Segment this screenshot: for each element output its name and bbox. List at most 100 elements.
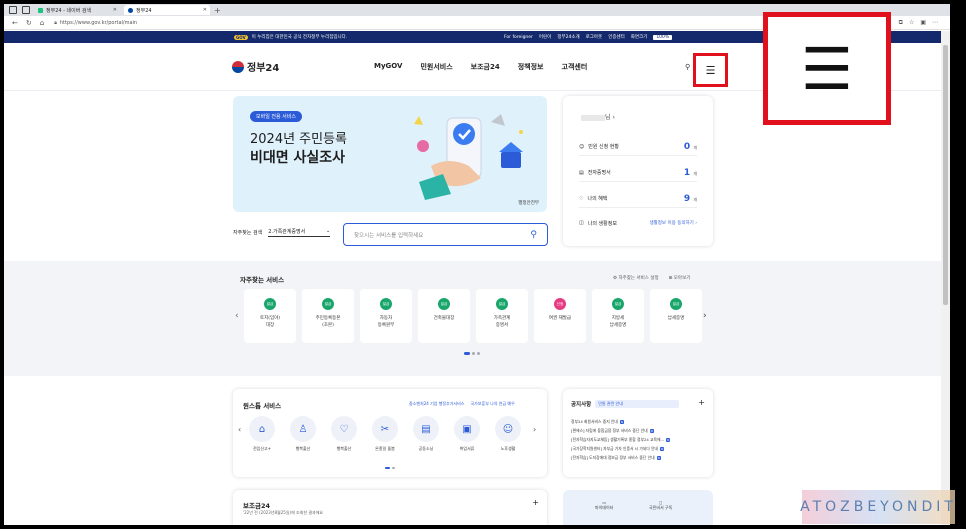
notice-text: [국가장학지원센터] 자부금 기자 인증서 시 가되다 안내 [571, 446, 659, 451]
onestop-item[interactable]: ♡ 행복출산 [329, 416, 359, 452]
close-icon[interactable]: ✕ [203, 7, 207, 13]
onestop-item[interactable]: ▣ 취업서류 [452, 416, 482, 452]
quick-search-select[interactable]: 2.가족관계증명서 ⌄ [268, 228, 331, 237]
onestop-item[interactable]: ⌂ 전입신고+ [247, 416, 277, 452]
view-all[interactable]: ⊞ 모아보기 [669, 275, 691, 281]
onestop-item[interactable]: ♙ 행복출산 [288, 416, 318, 452]
plus-icon[interactable]: + [698, 398, 705, 407]
row-value: 0 [683, 141, 691, 152]
dot[interactable] [472, 352, 475, 355]
notice-item[interactable]: [전자학습자지도교체등] 생활기록부 종합 정부24 교육에... N [571, 437, 706, 443]
profile-name[interactable]: 님 › [581, 112, 615, 121]
favorite-card[interactable]: 신청 여권 재발급 [534, 289, 586, 343]
notice-item[interactable]: [국가장학지원센터] 자부금 기자 인증서 시 가되다 안내 N [571, 446, 706, 452]
prev-arrow-icon[interactable]: ‹ [235, 311, 239, 321]
zoom-level[interactable]: 100% [653, 34, 673, 40]
favorite-card[interactable]: 발급 자동차 등록원부 [360, 289, 412, 343]
promo-banner[interactable]: 모바일 전용 서비스 2024년 주민등록 비대면 사실조사 행정안전부 [233, 96, 547, 212]
favorite-cards: 발급 토지(임야) 대장 발급 주민등록등본 (초본) 발급 자동차 등록원부 발급 건축물대… [244, 289, 702, 343]
dot[interactable] [477, 352, 480, 355]
mydata-link[interactable]: ▭ 마이데이터 [595, 500, 613, 511]
more-icon[interactable]: ⋯ [932, 19, 938, 27]
profile-row-applications[interactable]: ☺ 민원 신청 현황 0 개 [579, 138, 697, 156]
next-arrow-icon[interactable]: › [533, 425, 536, 434]
heart-icon: ♡ [579, 195, 584, 202]
collections-icon[interactable]: ▣ [920, 19, 926, 27]
notice-item[interactable]: [전자학습] 도지장애대 정보금 정부 서비스 중단 안내 N [571, 455, 706, 461]
favorite-card[interactable]: 발급 지방세 납세증명 [592, 289, 644, 343]
life-info-consent-link[interactable]: 생활정보 이용 동의하기 › [650, 220, 698, 226]
favorite-card[interactable]: 발급 가족관계 증명서 [476, 289, 528, 343]
onestop-item[interactable]: ▤ 공동소닝 [411, 416, 441, 452]
onestop-label: 취업서류 [459, 446, 475, 451]
banner-title-line1: 2024년 주민등록 [250, 132, 348, 147]
gov-utility-links: For foreigner 어린이 정부24소개 로그아웃 인증센터 화면크기 … [504, 34, 673, 40]
favorites-settings[interactable]: ⚙ 자주찾는 서비스 설정 [613, 275, 659, 281]
onestop-item[interactable]: ☺ 노후생활 [493, 416, 523, 452]
profile-row-benefits[interactable]: ♡ 나의 혜택 9 개 [579, 190, 697, 208]
nav-mygov[interactable]: MyGOV [374, 62, 402, 72]
onestop-link-veterans[interactable]: 국가보훈부 나의 연금 예우 [470, 401, 514, 407]
profile-row-certificates[interactable]: ▤ 전자증명서 1 개 [579, 164, 697, 182]
row-label: 나의 혜택 [587, 196, 608, 202]
new-badge-icon: N [656, 456, 661, 460]
lock-icon: 🔒︎ [54, 19, 57, 26]
taegeuk-icon [232, 60, 244, 73]
favorites-icon[interactable]: ☆ [909, 19, 914, 27]
dot[interactable] [392, 467, 395, 469]
link-logout[interactable]: 로그아웃 [586, 34, 603, 40]
nav-customer-center[interactable]: 고객센터 [562, 62, 588, 72]
nav-policy[interactable]: 정책정보 [518, 62, 544, 72]
quick-search-label: 자주찾는 검색 [233, 230, 263, 236]
menu-button-highlighted[interactable]: ☰ [693, 53, 728, 87]
tab-naver[interactable]: 정부24 - 네이버 검색 ✕ [34, 5, 120, 15]
favorite-card[interactable]: 발급 건축물대장 [418, 289, 470, 343]
new-tab-button[interactable]: + [214, 6, 221, 15]
extensions-icon[interactable]: ⧉ [899, 19, 903, 27]
dot-active[interactable] [464, 352, 470, 355]
onestop-icon: ♡ [331, 416, 357, 442]
refresh-icon[interactable]: ↻ [26, 19, 32, 27]
scrollbar-thumb[interactable] [943, 45, 948, 305]
link-foreigner[interactable]: For foreigner [504, 35, 533, 40]
next-arrow-icon[interactable]: › [703, 311, 707, 321]
notice-item[interactable]: 정부24 회원서비스 중지 안내 N [571, 419, 706, 425]
link-about[interactable]: 정부24소개 [557, 34, 579, 40]
link-cert-center[interactable]: 인증센터 [608, 34, 625, 40]
tab-gov24[interactable]: 정부24 ✕ [124, 5, 210, 15]
card-label: 가족관계 증명서 [493, 316, 511, 328]
search-icon[interactable]: ⚲ [530, 230, 537, 240]
document-icon: ▤ [579, 169, 584, 176]
notice-item[interactable]: [편에스] 자립에 융합금융 정부 서비스 중단 안내 N [571, 428, 706, 434]
link-children[interactable]: 어린이 [539, 34, 551, 40]
logo-text: 정부24 [247, 63, 280, 74]
search-placeholder: 찾으시는 서비스를 입력하세요 [354, 232, 424, 239]
close-icon[interactable]: ✕ [113, 7, 117, 13]
favorite-card[interactable]: 발급 납세증명 [650, 289, 702, 343]
search-input[interactable]: 찾으시는 서비스를 입력하세요 ⚲ [343, 223, 548, 246]
onestop-items: ⌂ 전입신고+ ♙ 행복출산 ♡ 행복출산 ✂ 온종일 돌봄 ▤ 공동소닝 ▣ 취업서류 ☺ 노후생활 [247, 416, 523, 452]
search-icon[interactable]: ⚲ [685, 63, 690, 71]
link-screen-size: 화면크기 [630, 35, 648, 40]
favorite-card[interactable]: 발급 토지(임야) 대장 [244, 289, 296, 343]
gov-notice-text: 이 누리집은 대한민국 공식 전자정부 누리집입니다. [251, 35, 348, 40]
site-logo[interactable]: 정부24 [232, 59, 279, 74]
onestop-link-sme[interactable]: 중소벤처24 기업 행정추가서비스 [409, 401, 464, 407]
url-field[interactable]: 🔒︎ https://www.gov.kr/portal/main [54, 20, 574, 26]
onestop-item[interactable]: ✂ 온종일 돌봄 [370, 416, 400, 452]
plus-icon[interactable]: + [532, 498, 539, 507]
back-icon[interactable]: ← [12, 19, 18, 27]
tab-list-icon[interactable] [22, 6, 30, 14]
row-label: 나의 생활정보 [587, 220, 617, 227]
favorite-card[interactable]: 발급 주민등록등본 (초본) [302, 289, 354, 343]
nav-subsidy24[interactable]: 보조금24 [471, 62, 500, 72]
secretary-link[interactable]: ◻ 국민비서 구독 [649, 500, 672, 511]
nav-civil-service[interactable]: 민원서비스 [420, 62, 452, 72]
notice-tag[interactable]: 민원 관련 안내 [595, 400, 680, 408]
prev-arrow-icon[interactable]: ‹ [238, 425, 241, 434]
carousel-dots [385, 467, 395, 469]
scrollbar[interactable] [941, 31, 950, 525]
dot-active[interactable] [385, 467, 390, 469]
window-menu-icon[interactable] [9, 6, 17, 14]
home-icon[interactable]: ⌂ [40, 19, 44, 27]
